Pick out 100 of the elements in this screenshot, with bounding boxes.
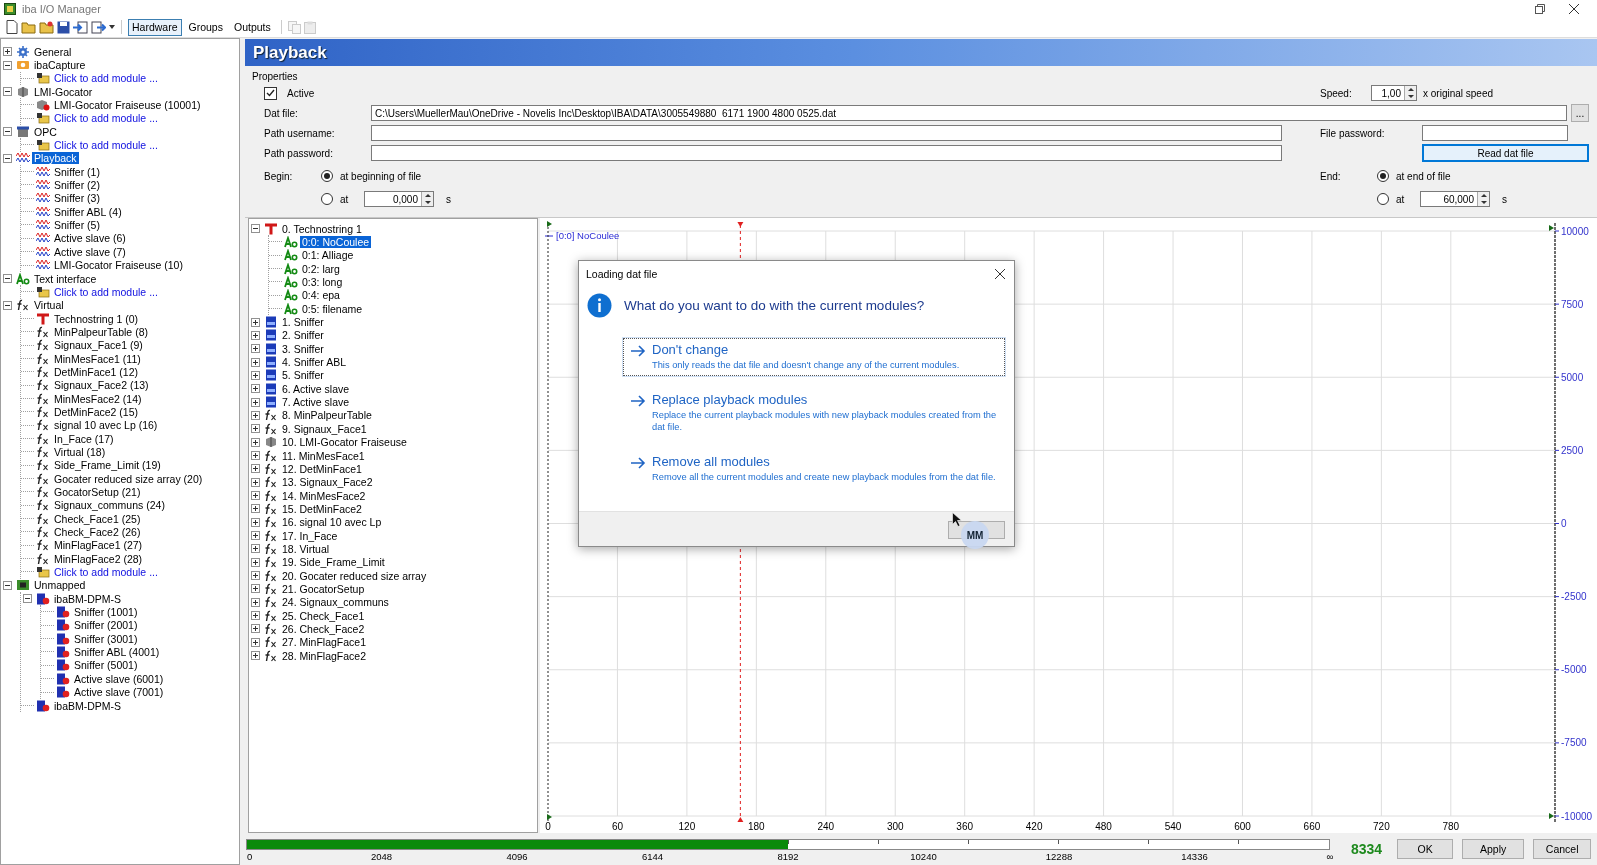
dialog-button[interactable]: Cancel <box>1533 839 1592 859</box>
tree-item[interactable]: ibaBM-DPM-S <box>52 592 124 605</box>
view-tab[interactable]: Hardware <box>128 18 182 36</box>
tree-item[interactable]: 6. Active slave <box>280 382 352 395</box>
tree-item[interactable]: 7. Active slave <box>280 396 352 409</box>
tree-item[interactable]: Sniffer (5) <box>52 219 102 232</box>
expand-toggle[interactable] <box>251 437 260 447</box>
spin-up-icon[interactable] <box>1407 88 1414 91</box>
tree-item[interactable]: MinFlagFace2 (28) <box>52 552 145 565</box>
browse-button[interactable]: ... <box>1571 104 1589 122</box>
tree-item[interactable]: Gocater reduced size array (20) <box>52 472 205 485</box>
tree-item[interactable]: 9. Signaux_Face1 <box>280 422 369 435</box>
export-icon[interactable] <box>91 20 106 34</box>
tree-item[interactable]: 15. DetMinFace2 <box>280 502 364 515</box>
tree-item[interactable]: Sniffer (3001) <box>72 632 140 645</box>
radio-button[interactable] <box>321 170 333 182</box>
tree-item[interactable]: 8. MinPalpeurTable <box>280 409 374 422</box>
expand-toggle[interactable] <box>3 580 12 590</box>
tree-item[interactable]: 13. Signaux_Face2 <box>280 476 375 489</box>
expand-toggle[interactable] <box>251 544 260 554</box>
tree-item[interactable]: Technostring 1 (0) <box>52 312 141 325</box>
password-field[interactable] <box>1422 125 1568 141</box>
tree-item[interactable]: General <box>32 45 74 58</box>
tree-item[interactable]: Sniffer (1) <box>52 165 102 178</box>
tree-item[interactable]: MinMesFace2 (14) <box>52 392 144 405</box>
tree-item[interactable]: Check_Face1 (25) <box>52 512 143 525</box>
restore-icon[interactable] <box>1535 3 1545 14</box>
tree-item[interactable]: DetMinFace2 (15) <box>52 405 141 418</box>
spin-down-icon[interactable] <box>1480 201 1487 204</box>
tree-item[interactable]: 0:3: long <box>300 276 345 289</box>
command-link[interactable]: Remove all modules Remove all the current modules and create new playback modules from the dat file. <box>623 450 1005 488</box>
tree-item[interactable]: ibaBM-DPM-S <box>52 699 124 712</box>
tree-item[interactable]: 4. Sniffer ABL <box>280 356 348 369</box>
expand-toggle[interactable] <box>251 597 260 607</box>
add-module-link[interactable]: Click to add module ... <box>52 285 160 298</box>
tree-item[interactable]: 0:4: epa <box>300 289 342 302</box>
tree-item[interactable]: LMI-Gocator <box>32 85 95 98</box>
tree-item[interactable]: GocatorSetup (21) <box>52 486 143 498</box>
expand-toggle[interactable] <box>251 464 260 474</box>
expand-toggle[interactable] <box>251 397 260 407</box>
radio-button[interactable] <box>1377 170 1389 182</box>
expand-toggle[interactable] <box>251 531 260 541</box>
tree-item[interactable]: 0:1: Alliage <box>300 249 356 262</box>
tree-item[interactable]: 17. In_Face <box>280 529 340 542</box>
expand-toggle[interactable] <box>251 571 260 581</box>
radio-button[interactable] <box>321 193 333 205</box>
command-link[interactable]: Replace playback modules Replace the current playback modules with new playback modules created from the dat file. <box>623 388 1005 438</box>
file-path-field[interactable]: C:\Users\MuellerMau\OneDrive - Novelis Inc\Desktop\IBA\DATA\3005549880 6171 1900 4800 0525.dat <box>371 105 1567 121</box>
read-file-button[interactable]: Read dat file <box>1422 144 1589 162</box>
expand-toggle[interactable] <box>251 411 260 420</box>
expand-toggle[interactable] <box>251 224 260 234</box>
tree-item[interactable]: Active slave (7) <box>52 245 128 258</box>
tree-item[interactable]: 21. GocatorSetup <box>280 582 367 595</box>
expand-toggle[interactable] <box>251 517 260 527</box>
radio-button[interactable] <box>1377 193 1389 205</box>
tree-item[interactable]: 27. MinFlagFace1 <box>280 636 369 649</box>
tree-item[interactable]: 0:5: filename <box>300 302 365 315</box>
tree-item[interactable]: Virtual <box>32 299 66 312</box>
tree-item[interactable]: 28. MinFlagFace2 <box>280 649 369 662</box>
tree-item[interactable]: 0. Technostring 1 <box>280 222 364 235</box>
view-tab[interactable]: Outputs <box>229 18 275 36</box>
tree-item[interactable]: 26. Check_Face2 <box>280 623 367 635</box>
tree-item[interactable]: 20. Gocater reduced size array <box>280 569 429 582</box>
tree-item[interactable]: Sniffer ABL (4001) <box>72 646 162 659</box>
expand-toggle[interactable] <box>3 274 12 283</box>
tree-item[interactable]: signal 10 avec Lp (16) <box>52 419 160 432</box>
expand-toggle[interactable] <box>251 557 260 567</box>
tree-item[interactable]: Signaux_communs (24) <box>52 499 167 512</box>
tree-item[interactable]: 11. MinMesFace1 <box>280 449 367 462</box>
tree-item[interactable]: OPC <box>32 125 59 138</box>
tree-item[interactable]: 3. Sniffer <box>280 342 326 355</box>
password-field[interactable] <box>371 145 1282 161</box>
spin-down-icon[interactable] <box>1407 95 1414 98</box>
tree-item[interactable]: Virtual (18) <box>52 446 108 458</box>
tree-item[interactable]: Active slave (6) <box>52 232 128 245</box>
spin-up-icon[interactable] <box>424 194 431 197</box>
command-link[interactable]: Don't change This only reads the dat file and doesn't change any of the current modules. <box>623 338 1005 376</box>
expand-toggle[interactable] <box>251 384 260 394</box>
tree-item[interactable]: 24. Signaux_communs <box>280 596 391 609</box>
expand-toggle[interactable] <box>251 357 260 367</box>
save-icon[interactable] <box>57 20 70 34</box>
view-tab[interactable]: Groups <box>184 18 227 36</box>
tree-item[interactable]: 2. Sniffer <box>280 329 326 342</box>
tree-item[interactable]: 10. LMI-Gocator Fraiseuse <box>280 436 409 449</box>
expand-toggle[interactable] <box>251 424 260 434</box>
tree-item[interactable]: Playback <box>32 152 79 165</box>
expand-toggle[interactable] <box>3 60 12 70</box>
add-module-link[interactable]: Click to add module ... <box>52 139 160 152</box>
expand-toggle[interactable] <box>251 651 260 661</box>
expand-toggle[interactable] <box>251 637 260 647</box>
expand-toggle[interactable] <box>251 370 260 380</box>
tree-item[interactable]: 25. Check_Face1 <box>280 609 367 622</box>
expand-toggle[interactable] <box>251 330 260 340</box>
tree-item[interactable]: Active slave (6001) <box>72 672 166 685</box>
add-module-link[interactable]: Click to add module ... <box>52 566 160 579</box>
tree-item[interactable]: Check_Face2 (26) <box>52 526 143 539</box>
tree-item[interactable]: Sniffer (2) <box>52 179 102 192</box>
dropdown-caret-icon[interactable] <box>109 25 115 29</box>
tree-item[interactable]: DetMinFace1 (12) <box>52 365 141 378</box>
expand-toggle[interactable] <box>251 491 260 501</box>
